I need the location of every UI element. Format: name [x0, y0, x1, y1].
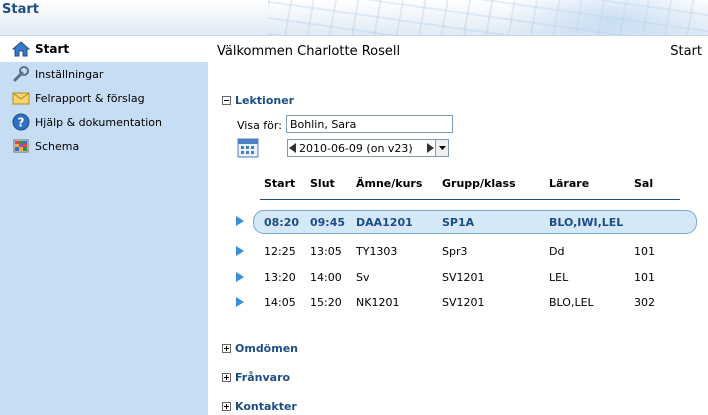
welcome-heading: Välkommen Charlotte Rosell [217, 44, 401, 59]
section-title: Kontakter [235, 400, 297, 413]
cell-grupp: Spr3 [442, 244, 468, 258]
cell-sal: 101 [634, 270, 655, 284]
header-divider [260, 199, 680, 200]
chevron-down-icon[interactable] [435, 140, 448, 156]
cell-amne: DAA1201 [356, 215, 413, 229]
section-omdomen-toggle[interactable]: Omdömen [222, 342, 298, 355]
section-title: Omdömen [235, 342, 298, 355]
sidebar-item-start[interactable]: Start [0, 36, 208, 62]
table-row[interactable]: 14:05 15:20 NK1201 SV1201 BLO,LEL 302 [236, 291, 696, 313]
home-icon [12, 40, 30, 58]
column-header-amne: Ämne/kurs [356, 177, 423, 190]
sidebar-item-label: Start [35, 42, 70, 56]
expand-icon [222, 402, 231, 411]
cell-amne: NK1201 [356, 295, 400, 309]
cell-grupp: SV1201 [442, 270, 485, 284]
cell-start: 14:05 [264, 295, 296, 309]
cell-sal: 101 [634, 244, 655, 258]
sidebar: Start Inställningar Felrapport & förslag… [0, 36, 208, 415]
cell-slut: 09:45 [310, 215, 346, 229]
envelope-icon [12, 89, 30, 107]
next-day-icon[interactable] [426, 141, 435, 155]
cell-larare: Dd [549, 244, 565, 258]
cell-sal: 302 [634, 295, 655, 309]
cell-larare: BLO,IWI,LEL [549, 215, 624, 229]
main-content: Välkommen Charlotte Rosell Start Lektion… [208, 36, 708, 415]
row-arrow-icon [236, 216, 244, 226]
section-kontakter-toggle[interactable]: Kontakter [222, 400, 297, 413]
expand-icon [222, 344, 231, 353]
table-row[interactable]: 13:20 14:00 Sv SV1201 LEL 101 [236, 266, 696, 288]
collapse-icon [222, 96, 231, 105]
expand-icon [222, 373, 231, 382]
cell-larare: BLO,LEL [549, 295, 594, 309]
previous-day-icon[interactable] [288, 141, 297, 155]
wrench-icon [12, 65, 30, 83]
column-header-grupp: Grupp/klass [442, 177, 516, 190]
section-lektioner-toggle[interactable]: Lektioner [222, 94, 294, 107]
sidebar-item-label: Hjälp & dokumentation [35, 115, 162, 129]
section-title: Lektioner [235, 94, 295, 107]
column-header-sal: Sal [634, 177, 654, 190]
help-icon: ? [12, 113, 30, 131]
sidebar-item-hjalp[interactable]: ? Hjälp & dokumentation [0, 110, 208, 134]
sidebar-item-label: Inställningar [35, 67, 104, 81]
section-title: Frånvaro [235, 371, 291, 384]
row-arrow-icon [236, 246, 244, 256]
row-arrow-icon [236, 297, 244, 307]
calendar-icon[interactable] [237, 136, 259, 158]
svg-text:?: ? [18, 116, 25, 130]
section-franvaro-toggle[interactable]: Frånvaro [222, 371, 290, 384]
column-header-larare: Lärare [549, 177, 590, 190]
cell-slut: 15:20 [310, 295, 342, 309]
cell-start: 12:25 [264, 244, 296, 258]
sidebar-item-installningar[interactable]: Inställningar [0, 62, 208, 86]
date-value: 2010-06-09 (on v23) [299, 141, 413, 155]
column-header-start: Start [264, 177, 296, 190]
cell-amne: TY1303 [356, 244, 398, 258]
sidebar-item-schema[interactable]: Schema [0, 134, 208, 158]
sidebar-item-label: Felrapport & förslag [35, 91, 145, 105]
sidebar-item-label: Schema [35, 139, 80, 153]
cell-slut: 14:00 [310, 270, 342, 284]
cell-start: 08:20 [264, 215, 300, 229]
globe-banner-graphic [268, 0, 708, 35]
column-header-slut: Slut [310, 177, 335, 190]
cell-grupp: SV1201 [442, 295, 485, 309]
cell-amne: Sv [356, 270, 370, 284]
date-select[interactable]: 2010-06-09 (on v23) [287, 139, 449, 157]
cell-slut: 13:05 [310, 244, 342, 258]
cell-grupp: SP1A [442, 215, 475, 229]
cell-start: 13:20 [264, 270, 296, 284]
visa-for-label: Visa för: [237, 119, 282, 132]
sidebar-item-felrapport[interactable]: Felrapport & förslag [0, 86, 208, 110]
top-header: Start [0, 0, 708, 36]
row-arrow-icon [236, 272, 244, 282]
cell-larare: LEL [549, 270, 569, 284]
table-row[interactable]: 12:25 13:05 TY1303 Spr3 Dd 101 [236, 240, 696, 262]
visa-for-input[interactable] [286, 115, 453, 133]
table-row-highlighted[interactable]: 08:20 09:45 DAA1201 SP1A BLO,IWI,LEL [253, 210, 697, 234]
breadcrumb: Start [670, 44, 702, 59]
page-header-title: Start [2, 2, 39, 17]
schedule-grid-icon [12, 137, 30, 155]
